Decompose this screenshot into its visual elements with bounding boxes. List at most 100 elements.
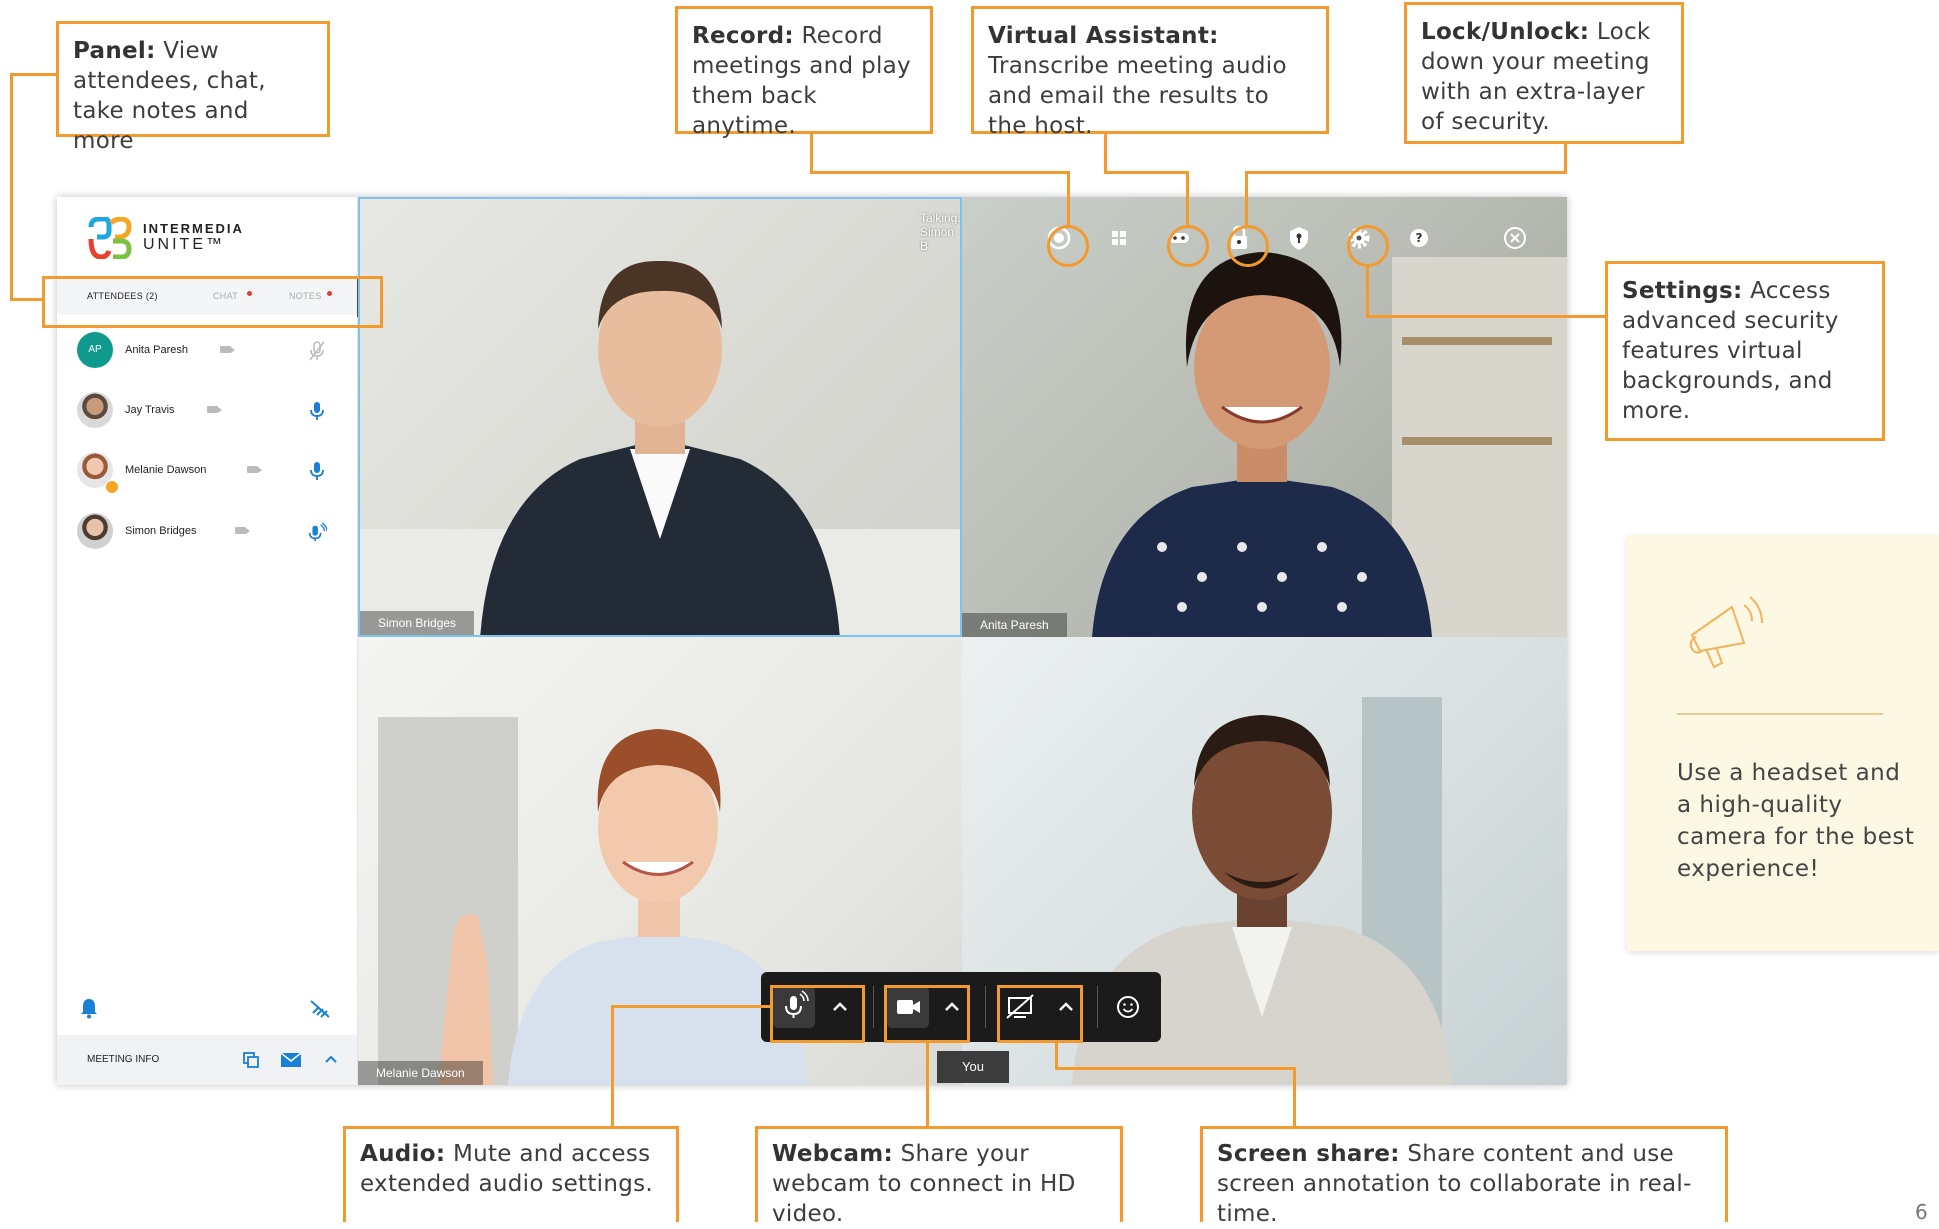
intermedia-logo-icon	[88, 217, 132, 259]
connector-line	[1055, 1067, 1296, 1070]
connector-line	[1564, 142, 1567, 174]
connector-line	[1186, 171, 1189, 226]
attendee-name: Simon Bridges	[125, 525, 197, 537]
attendee-item[interactable]: Simon Bridges	[77, 513, 347, 553]
leave-meeting-icon[interactable]	[1498, 221, 1532, 255]
attendee-name: Anita Paresh	[125, 344, 188, 356]
connector-line	[1245, 171, 1248, 226]
talking-indicator: Talking: Simon B	[920, 211, 961, 253]
callout-panel: Panel: View attendees, chat, take notes …	[56, 21, 330, 154]
screen-share-highlight	[997, 985, 1083, 1043]
attendee-item[interactable]: AP Anita Paresh	[77, 332, 347, 372]
connector-line	[1293, 1067, 1296, 1127]
tile-name-label: Simon Bridges	[360, 611, 475, 635]
meeting-info-bar[interactable]: MEETING INFO	[57, 1035, 357, 1085]
callout-audio: Audio: Mute and access extended audio se…	[343, 1126, 679, 1222]
tile-name-label: Anita Paresh	[962, 613, 1067, 637]
security-shield-icon[interactable]	[1282, 221, 1316, 255]
tip-card: Use a headset and a high-quality camera …	[1627, 535, 1939, 951]
toolbar-separator	[873, 986, 874, 1028]
connector-line	[611, 1005, 614, 1127]
logo-wordmark-bottom: UNITE™	[143, 236, 225, 253]
help-icon[interactable]: ?	[1402, 221, 1436, 255]
bell-icon[interactable]	[79, 997, 99, 1019]
mic-icon	[310, 462, 324, 480]
avatar: AP	[77, 332, 113, 368]
tile-name-label: Melanie Dawson	[358, 1061, 483, 1085]
callout-record: Record: Record meetings and play them ba…	[675, 6, 933, 139]
attendee-name: Melanie Dawson	[125, 464, 207, 476]
assistant-highlight-ring	[1167, 225, 1209, 267]
panel-tabs-highlight	[42, 276, 383, 328]
callout-title: Settings:	[1622, 278, 1743, 304]
callout-lock: Lock/Unlock: Lock down your meeting with…	[1404, 2, 1684, 144]
mic-talking-icon	[308, 522, 327, 542]
avatar	[77, 513, 113, 549]
page-number: 6	[1915, 1200, 1928, 1224]
chevron-up-icon[interactable]	[325, 1055, 337, 1063]
camera-off-icon	[220, 346, 235, 353]
settings-highlight-ring	[1347, 225, 1389, 267]
reactions-button[interactable]	[1107, 986, 1149, 1028]
mic-muted-icon	[309, 341, 325, 361]
webcam-highlight	[884, 985, 970, 1043]
tip-text: Use a headset and a high-quality camera …	[1677, 760, 1915, 882]
connector-line	[1366, 315, 1606, 318]
callout-title: Panel:	[73, 38, 156, 64]
connector-line	[1366, 266, 1369, 318]
connector-line	[810, 132, 813, 174]
megaphone-icon	[1689, 596, 1763, 669]
connector-line	[1104, 171, 1189, 174]
copy-icon[interactable]	[242, 1051, 260, 1069]
mute-all-icon[interactable]	[309, 999, 331, 1019]
mic-icon	[310, 402, 324, 420]
lock-highlight-ring	[1227, 225, 1269, 267]
connector-line	[611, 1005, 771, 1008]
email-icon[interactable]	[281, 1053, 301, 1067]
connector-line	[1104, 132, 1107, 174]
sidebar-panel: INTERMEDIA UNITE™ ATTENDEES (2) CHAT NOT…	[57, 197, 358, 1085]
camera-off-icon	[207, 406, 222, 413]
logo-wordmark-top: INTERMEDIA	[143, 221, 244, 236]
attendee-item[interactable]: Melanie Dawson	[77, 452, 347, 494]
callout-title: Screen share:	[1217, 1141, 1400, 1167]
tip-divider	[1677, 713, 1883, 715]
grid-layout-icon[interactable]	[1102, 221, 1136, 255]
connector-line	[1055, 1041, 1058, 1070]
video-tile-simon[interactable]: Talking: Simon B Simon Bridges	[358, 197, 962, 637]
participant-video	[1092, 252, 1567, 637]
self-view-label: You	[937, 1051, 1009, 1083]
audio-highlight	[770, 985, 865, 1043]
camera-off-icon	[247, 466, 262, 473]
record-highlight-ring	[1047, 225, 1089, 267]
connector-line	[810, 171, 1070, 174]
smiley-icon	[1117, 996, 1139, 1018]
attendee-item[interactable]: Jay Travis	[77, 392, 347, 432]
connector-line	[10, 298, 43, 301]
participant-video	[360, 260, 960, 635]
toolbar-separator	[985, 986, 986, 1028]
meeting-info-label: MEETING INFO	[87, 1054, 160, 1065]
host-crown-icon	[105, 480, 119, 494]
app-window: INTERMEDIA UNITE™ ATTENDEES (2) CHAT NOT…	[57, 197, 1567, 1085]
callout-screen-share: Screen share: Share content and use scre…	[1200, 1126, 1728, 1227]
attendee-name: Jay Travis	[125, 404, 175, 416]
connector-line	[1067, 171, 1070, 226]
connector-line	[10, 73, 57, 76]
svg-text:?: ?	[1416, 231, 1423, 245]
connector-line	[10, 73, 13, 301]
video-tile-anita[interactable]: Anita Paresh ?	[962, 197, 1567, 637]
toolbar-separator	[1097, 986, 1098, 1028]
callout-webcam: Webcam: Share your webcam to connect in …	[755, 1126, 1123, 1227]
callout-text: Transcribe meeting audio and email the r…	[988, 53, 1287, 139]
callout-title: Audio:	[360, 1141, 446, 1167]
callout-title: Virtual Assistant:	[988, 23, 1219, 49]
callout-settings: Settings: Access advanced security featu…	[1605, 261, 1885, 441]
avatar	[77, 392, 113, 428]
callout-title: Record:	[692, 23, 794, 49]
camera-off-icon	[235, 527, 250, 534]
connector-line	[926, 1041, 929, 1127]
callout-title: Lock/Unlock:	[1421, 19, 1590, 45]
callout-virtual-assistant: Virtual Assistant: Transcribe meeting au…	[971, 6, 1329, 139]
callout-title: Webcam:	[772, 1141, 894, 1167]
